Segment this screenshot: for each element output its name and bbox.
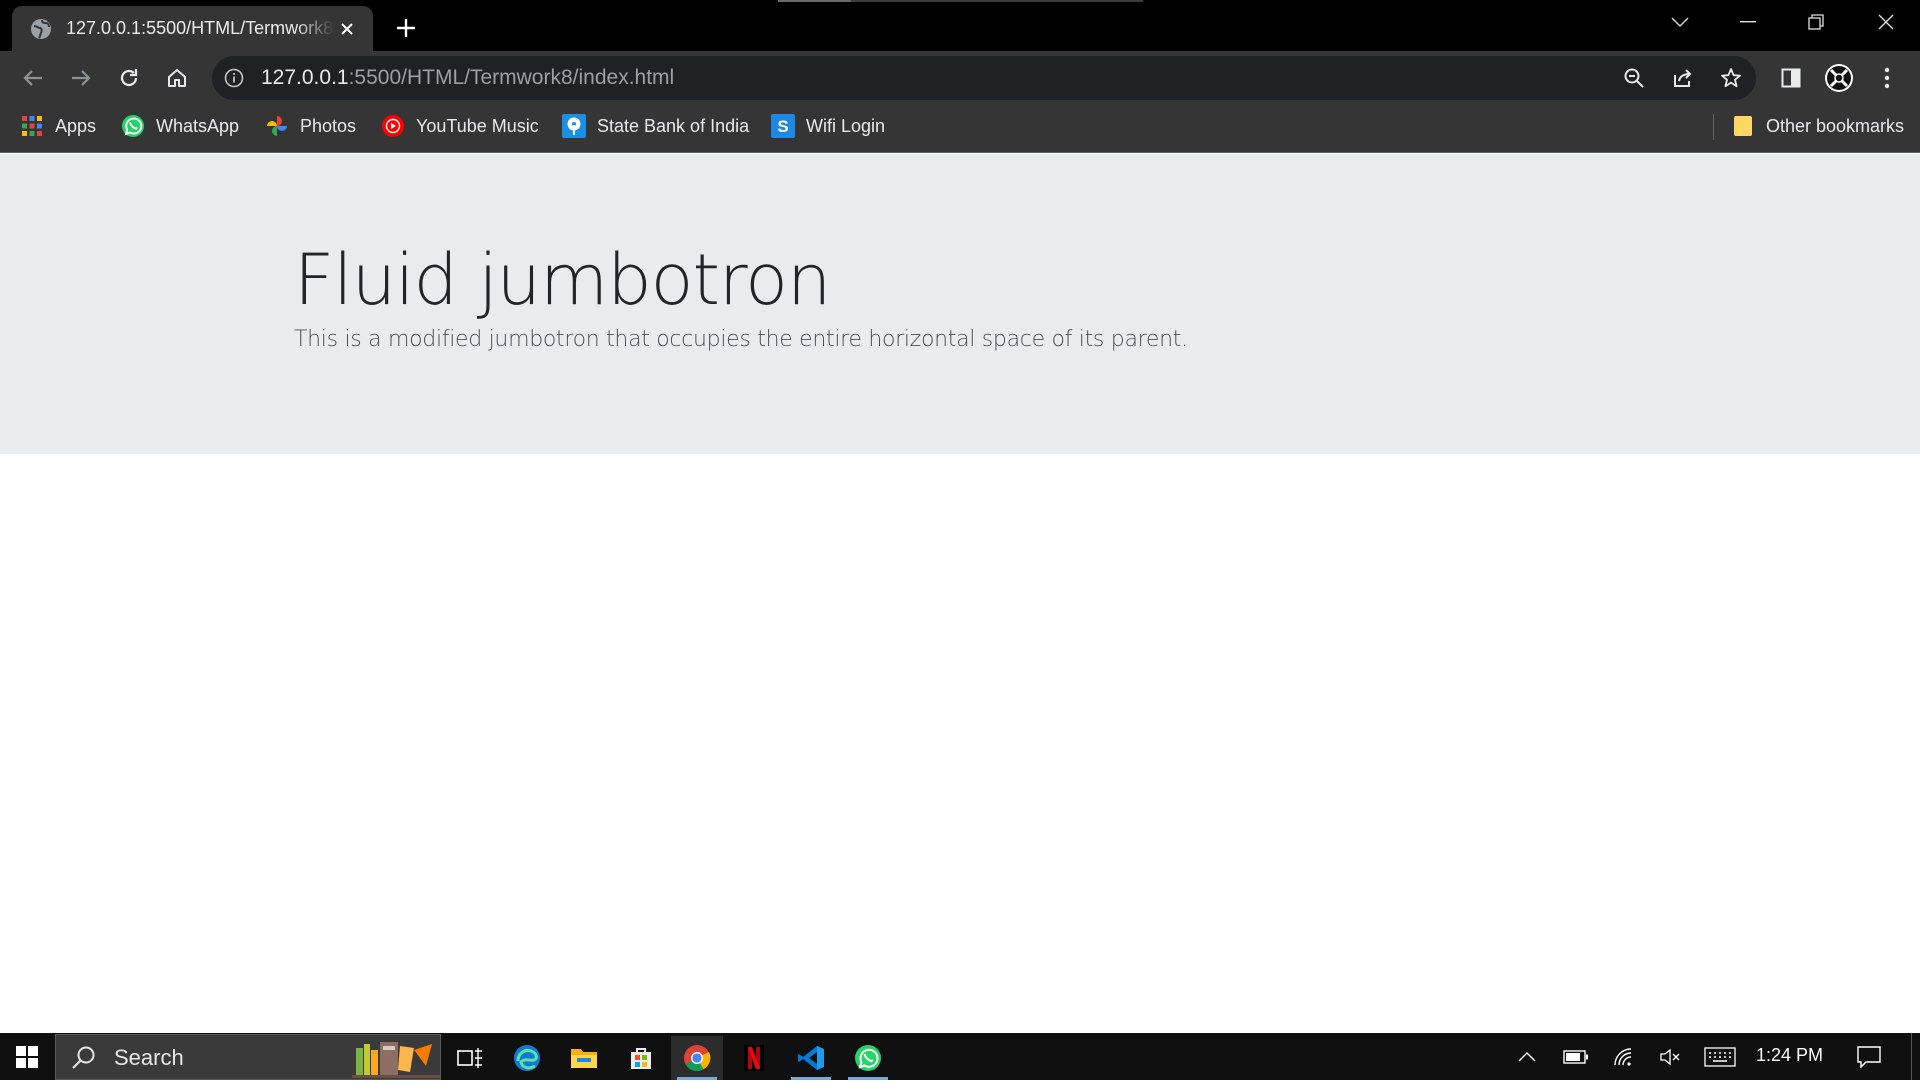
share-icon[interactable]	[1666, 61, 1700, 95]
other-bookmarks-label: Other bookmarks	[1766, 115, 1905, 136]
show-desktop-button[interactable]	[1911, 1033, 1912, 1080]
forward-arrow-icon[interactable]	[64, 61, 98, 95]
bookmark-label: Photos	[300, 115, 357, 136]
globe-icon	[30, 18, 52, 40]
volume-muted-icon[interactable]	[1654, 1042, 1686, 1072]
chrome-taskbar-icon[interactable]	[671, 1036, 723, 1080]
battery-icon[interactable]	[1560, 1042, 1592, 1072]
photos-pinwheel-icon	[265, 114, 289, 138]
bookmark-star-icon[interactable]	[1714, 61, 1748, 95]
other-bookmarks-folder[interactable]: Other bookmarks	[1731, 112, 1904, 140]
url-host: 127.0.0.1	[261, 66, 349, 89]
network-icon[interactable]	[1608, 1042, 1640, 1072]
whatsapp-taskbar-icon[interactable]	[842, 1036, 894, 1080]
task-view-button[interactable]	[444, 1036, 496, 1080]
bookmark-whatsapp[interactable]: WhatsApp	[121, 112, 239, 140]
youtube-music-icon	[381, 114, 405, 138]
profile-avatar[interactable]	[1822, 61, 1856, 95]
new-tab-button[interactable]	[390, 12, 422, 44]
reload-icon[interactable]	[112, 61, 146, 95]
tab-scroll-indicator	[778, 0, 1143, 2]
restore-button[interactable]	[1782, 0, 1850, 44]
search-icon	[70, 1044, 98, 1072]
url-path: :5500/HTML/Termwork8/index.html	[348, 66, 675, 89]
start-button[interactable]	[0, 1033, 54, 1080]
jumbotron-title: Fluid jumbotron	[294, 239, 831, 321]
netflix-taskbar-icon[interactable]	[728, 1036, 780, 1080]
url-text[interactable]: 127.0.0.1:5500/HTML/Termwork8/index.html	[261, 66, 674, 90]
show-hidden-icons-chevron-icon[interactable]	[1512, 1042, 1542, 1072]
search-highlight-books-icon	[352, 1036, 440, 1078]
bookmark-photos[interactable]: Photos	[265, 112, 356, 140]
bookmark-youtube-music[interactable]: YouTube Music	[381, 112, 539, 140]
tab-title: 127.0.0.1:5500/HTML/Termwork8/index.html	[66, 18, 335, 38]
jumbotron: Fluid jumbotron This is a modified jumbo…	[0, 154, 1920, 454]
bookmarks-divider	[1713, 114, 1714, 140]
bookmark-label: State Bank of India	[597, 115, 750, 136]
vscode-taskbar-icon[interactable]	[785, 1036, 837, 1080]
file-explorer-taskbar-icon[interactable]	[558, 1036, 610, 1080]
zoom-icon[interactable]	[1617, 61, 1651, 95]
svg-text:S: S	[777, 117, 788, 136]
taskbar-clock[interactable]: 1:24 PM	[1756, 1045, 1823, 1066]
search-placeholder: Search	[114, 1045, 184, 1070]
folder-icon	[1731, 114, 1755, 138]
bookmark-apps[interactable]: Apps	[20, 112, 96, 140]
tab-search-chevron-icon[interactable]	[1646, 0, 1714, 44]
touch-keyboard-icon[interactable]	[1700, 1042, 1740, 1072]
apps-grid-icon	[20, 114, 44, 138]
sbi-icon	[562, 114, 586, 138]
bookmark-label: Apps	[55, 115, 97, 136]
close-window-button[interactable]	[1852, 0, 1920, 44]
bookmark-label: WhatsApp	[156, 115, 240, 136]
windows-logo-icon	[16, 1045, 38, 1068]
s-logo-icon: S	[771, 114, 795, 138]
menu-kebab-icon[interactable]	[1870, 61, 1904, 95]
bookmark-sbi[interactable]: State Bank of India	[562, 112, 749, 140]
back-arrow-icon[interactable]	[16, 61, 50, 95]
bookmark-wifi-login[interactable]: S Wifi Login	[771, 112, 885, 140]
side-panel-icon[interactable]	[1774, 61, 1808, 95]
notifications-icon[interactable]	[1852, 1042, 1886, 1072]
bookmark-label: YouTube Music	[416, 115, 539, 136]
jumbotron-lead: This is a modified jumbotron that occupi…	[294, 327, 1188, 352]
minimize-button[interactable]	[1714, 0, 1782, 44]
whatsapp-icon	[121, 114, 145, 138]
edge-taskbar-icon[interactable]	[501, 1036, 553, 1080]
microsoft-store-taskbar-icon[interactable]	[615, 1036, 667, 1080]
bookmark-label: Wifi Login	[806, 115, 886, 136]
site-info-icon[interactable]	[222, 66, 246, 90]
browser-tab[interactable]: 127.0.0.1:5500/HTML/Termwork8/index.html	[12, 6, 373, 51]
close-tab-icon[interactable]	[335, 17, 359, 41]
home-icon[interactable]	[160, 61, 194, 95]
page-viewport: Fluid jumbotron This is a modified jumbo…	[0, 154, 1920, 1033]
